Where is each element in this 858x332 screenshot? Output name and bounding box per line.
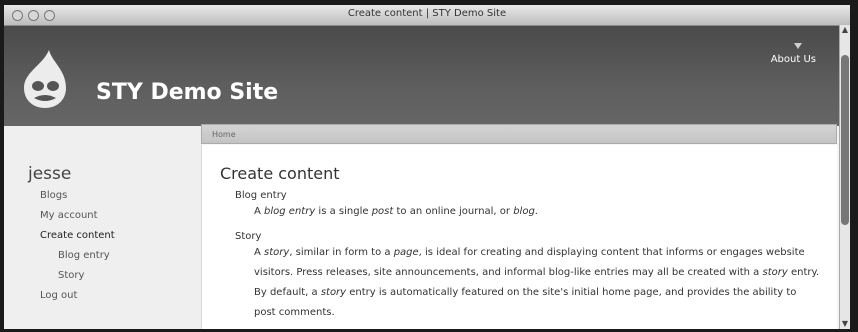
site-name[interactable]: STY Demo Site [96, 80, 278, 105]
window-titlebar: Create content | STY Demo Site [4, 5, 850, 26]
sidebar-item-blog-entry[interactable]: Blog entry [40, 249, 115, 269]
story-description: A story, similar in form to a page, is i… [254, 247, 820, 318]
site-header: STY Demo Site About Us [4, 26, 840, 126]
window-title: Create content | STY Demo Site [347, 8, 507, 19]
browser-window: Create content | STY Demo Site STY Demo … [4, 5, 850, 329]
main-content: Create content Blog entry A blog entry i… [201, 145, 837, 329]
sidebar-username: jesse [28, 164, 72, 184]
scroll-up-arrow-icon[interactable]: ▲ [840, 25, 850, 35]
content-type-story-link[interactable]: Story [235, 231, 261, 242]
scroll-down-arrow-icon[interactable]: ▼ [840, 319, 850, 329]
blog-entry-description: A blog entry is a single post to an onli… [254, 206, 538, 217]
sidebar-item-blogs[interactable]: Blogs [40, 189, 115, 209]
drupal-drop-logo-icon[interactable] [22, 48, 68, 110]
active-tab-indicator-icon [794, 43, 802, 49]
page-title: Create content [220, 164, 340, 183]
sidebar-item-my-account[interactable]: My account [40, 209, 115, 229]
breadcrumb-home-link[interactable]: Home [212, 130, 236, 139]
sidebar-item-create-content[interactable]: Create content [40, 229, 115, 249]
sidebar-item-story[interactable]: Story [40, 269, 115, 289]
user-navigation: Blogs My account Create content Blog ent… [40, 189, 115, 309]
breadcrumb: Home [201, 124, 837, 144]
vertical-scrollbar[interactable]: ▲ ▼ [839, 25, 850, 329]
content-type-blog-entry-link[interactable]: Blog entry [235, 190, 287, 201]
sidebar: jesse Blogs My account Create content Bl… [4, 126, 204, 329]
screenshot-frame: Create content | STY Demo Site STY Demo … [0, 0, 858, 332]
scrollbar-thumb[interactable] [841, 55, 849, 225]
sidebar-item-log-out[interactable]: Log out [40, 289, 115, 309]
about-us-link[interactable]: About Us [771, 54, 816, 65]
